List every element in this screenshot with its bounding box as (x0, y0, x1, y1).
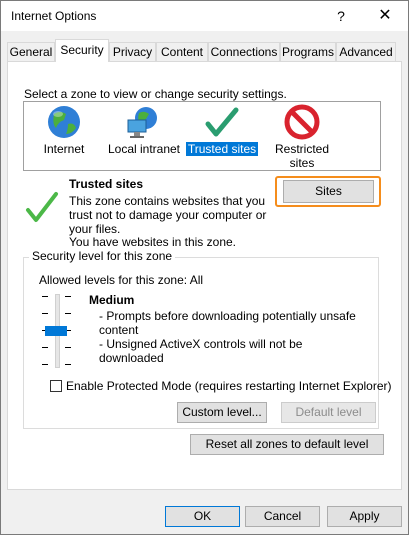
level-bullet: - Unsigned ActiveX controls will not be … (99, 337, 303, 365)
zone-title: Trusted sites (69, 177, 144, 191)
window-title: Internet Options (11, 9, 97, 23)
zone-prompt: Select a zone to view or change security… (24, 87, 287, 101)
level-bullet: - Prompts before downloading potentially… (99, 309, 356, 337)
default-level-button: Default level (281, 402, 376, 423)
zone-restricted-sites[interactable]: Restricted sites (262, 104, 342, 170)
security-level-name: Medium (89, 293, 135, 307)
cancel-button[interactable]: Cancel (245, 506, 320, 527)
protected-mode-checkbox[interactable] (50, 380, 62, 392)
zone-description: This zone contains websites that you tru… (69, 194, 267, 236)
tab-advanced[interactable]: Advanced (336, 42, 396, 61)
slider-tick (65, 347, 71, 348)
zone-note: You have websites in this zone. (69, 235, 236, 249)
security-level-slider[interactable] (38, 294, 78, 370)
slider-tick (42, 313, 48, 314)
tab-general[interactable]: General (7, 42, 55, 61)
tab-connections[interactable]: Connections (208, 42, 280, 61)
allowed-levels-text: Allowed levels for this zone: All (39, 273, 204, 287)
tab-content[interactable]: Content (156, 42, 208, 61)
slider-tick (42, 347, 48, 348)
reset-all-zones-button[interactable]: Reset all zones to default level (190, 434, 384, 455)
network-icon (127, 107, 157, 138)
title-bar: Internet Options ? ✕ (1, 1, 408, 31)
slider-tick (65, 313, 71, 314)
checkmark-icon (205, 107, 239, 137)
tab-privacy[interactable]: Privacy (109, 42, 156, 61)
tab-security[interactable]: Security (55, 39, 109, 62)
slider-tick (65, 296, 71, 297)
zone-label-internet: Internet (43, 142, 85, 156)
help-button[interactable]: ? (319, 1, 363, 31)
custom-level-button[interactable]: Custom level... (177, 402, 267, 423)
close-button[interactable]: ✕ (363, 1, 407, 31)
security-level-group-label: Security level for this zone (29, 249, 176, 263)
ok-button[interactable]: OK (165, 506, 240, 527)
no-entry-icon (284, 104, 320, 140)
slider-tick (42, 296, 48, 297)
protected-mode-label: Enable Protected Mode (requires restarti… (66, 379, 392, 393)
trusted-sites-checkmark-icon (26, 192, 58, 222)
slider-tick (42, 364, 48, 365)
security-tab-panel: Select a zone to view or change security… (7, 61, 402, 490)
internet-options-dialog: Internet Options ? ✕ General Security Pr… (0, 0, 409, 535)
apply-button[interactable]: Apply (327, 506, 402, 527)
zone-label-local-intranet: Local intranet (107, 142, 181, 156)
globe-icon (48, 106, 80, 138)
zone-internet[interactable]: Internet (24, 104, 104, 156)
zone-local-intranet[interactable]: Local intranet (104, 104, 184, 156)
zone-label-restricted-sites: Restricted sites (274, 142, 330, 170)
sites-button[interactable]: Sites (283, 180, 374, 203)
slider-tick (65, 364, 71, 365)
zone-trusted-sites[interactable]: Trusted sites (182, 104, 262, 156)
tab-programs[interactable]: Programs (280, 42, 336, 61)
slider-thumb[interactable] (45, 326, 67, 336)
zone-label-trusted-sites: Trusted sites (185, 142, 259, 156)
security-level-description: - Prompts before downloading potentially… (99, 309, 369, 365)
zone-list: Internet Local intranet Trusted sites Re… (23, 101, 381, 171)
